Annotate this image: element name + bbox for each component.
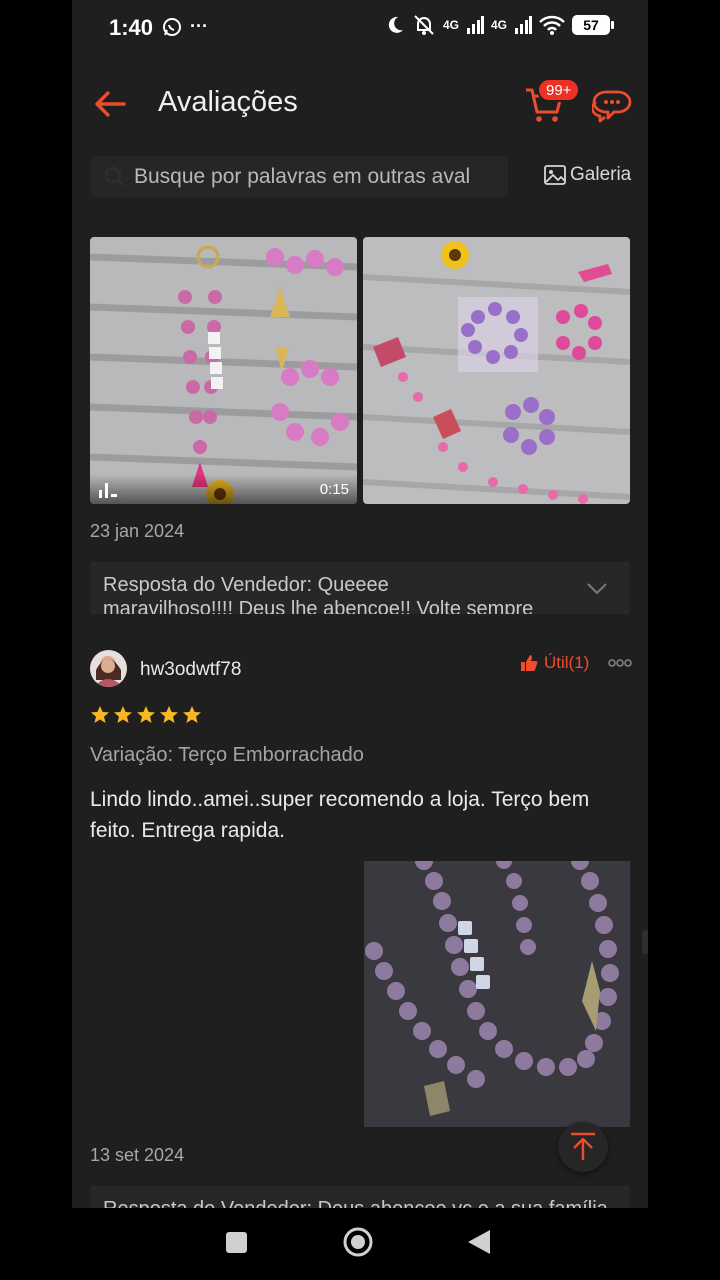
search-row: Galeria xyxy=(90,156,648,198)
useful-count-label: Útil(1) xyxy=(544,653,590,672)
star-icon xyxy=(183,706,201,723)
battery-indicator: 57 xyxy=(572,15,614,35)
star-icon xyxy=(137,706,155,723)
seller-reply-text: Resposta do Vendedor: Deus abençoe vc e … xyxy=(103,1198,608,1208)
product-variation: Variação: Terço Emborrachado xyxy=(90,744,364,766)
recent-apps-button[interactable] xyxy=(226,1232,247,1253)
star-icon xyxy=(91,706,109,723)
scroll-to-top-button[interactable] xyxy=(558,1122,608,1172)
search-icon xyxy=(104,166,125,187)
status-left-icons: ··· xyxy=(162,16,208,37)
image-icon xyxy=(544,165,566,185)
moon-icon xyxy=(388,16,403,33)
gallery-label: Galeria xyxy=(570,164,632,185)
review-photo-thumbnail[interactable] xyxy=(363,237,630,504)
review-photo-thumbnail[interactable] xyxy=(364,861,630,1127)
network-4g-label-2: 4G xyxy=(490,18,507,32)
video-duration: 0:15 xyxy=(319,480,349,498)
arrow-up-icon xyxy=(571,1132,595,1160)
seller-reply-text: Resposta do Vendedor: Queeee xyxy=(103,574,389,596)
seller-reply-collapsed[interactable]: Resposta do Vendedor: Deus abençoe vc e … xyxy=(90,1186,630,1208)
star-icon xyxy=(160,706,178,723)
rosary-photo-image xyxy=(363,237,630,504)
system-navigation-bar xyxy=(0,1208,720,1280)
review-media-row: 0:15 xyxy=(90,237,630,504)
purple-rosary-image xyxy=(364,861,630,1127)
search-box[interactable] xyxy=(90,156,508,198)
status-bar: 1:40 ··· 4G 4G 57 xyxy=(72,0,648,56)
signal-bars-icon xyxy=(466,16,484,34)
more-dots-icon: ··· xyxy=(190,16,208,36)
video-overlay: 0:15 xyxy=(90,474,357,504)
thumbs-up-icon xyxy=(521,655,538,671)
seller-reply-collapsed[interactable]: Resposta do Vendedor: Queeee maravilhoso… xyxy=(90,562,630,614)
reviewer-username[interactable]: hw3odwtf78 xyxy=(140,659,241,681)
chevron-down-icon[interactable] xyxy=(586,578,608,598)
review-date: 23 jan 2024 xyxy=(90,521,185,541)
back-triangle-icon[interactable] xyxy=(466,1228,492,1256)
chat-icon[interactable] xyxy=(592,88,632,124)
back-arrow-icon[interactable] xyxy=(90,84,130,124)
more-options-icon[interactable] xyxy=(608,656,632,670)
review-video-thumbnail[interactable]: 0:15 xyxy=(90,237,357,504)
bell-muted-icon xyxy=(414,15,434,35)
useful-button[interactable]: Útil(1) xyxy=(520,653,589,673)
stats-bars-icon xyxy=(99,483,117,498)
whatsapp-icon xyxy=(163,17,181,36)
search-input[interactable] xyxy=(134,165,508,189)
avatar-image xyxy=(90,650,127,687)
network-4g-label-1: 4G xyxy=(442,18,459,32)
star-rating xyxy=(90,705,202,725)
star-icon xyxy=(114,706,132,723)
cart-count-badge: 99+ xyxy=(537,78,581,102)
seller-reply-overflow-text: maravilhoso!!!! Deus lhe abençoe!! Volte… xyxy=(103,598,534,614)
review-comment: Lindo lindo..amei..super recomendo a loj… xyxy=(90,788,590,842)
app-screen: 1:40 ··· 4G 4G 57 Avaliações 99+ Busque … xyxy=(72,0,648,1208)
review-date: 13 set 2024 xyxy=(90,1145,185,1165)
home-button-icon[interactable] xyxy=(342,1226,374,1258)
status-right-icons: 4G 4G 57 xyxy=(385,14,614,36)
rosary-video-image xyxy=(90,237,357,504)
page-title: Avaliações xyxy=(158,86,298,118)
scroll-edge-handle[interactable] xyxy=(642,930,648,954)
user-avatar[interactable] xyxy=(90,650,127,687)
page-header: Avaliações 99+ xyxy=(72,70,648,140)
wifi-icon xyxy=(539,15,565,35)
battery-level: 57 xyxy=(583,17,599,33)
status-time: 1:40 xyxy=(109,15,154,40)
gallery-button[interactable]: Galeria xyxy=(544,164,631,186)
signal-bars-icon xyxy=(515,16,532,34)
